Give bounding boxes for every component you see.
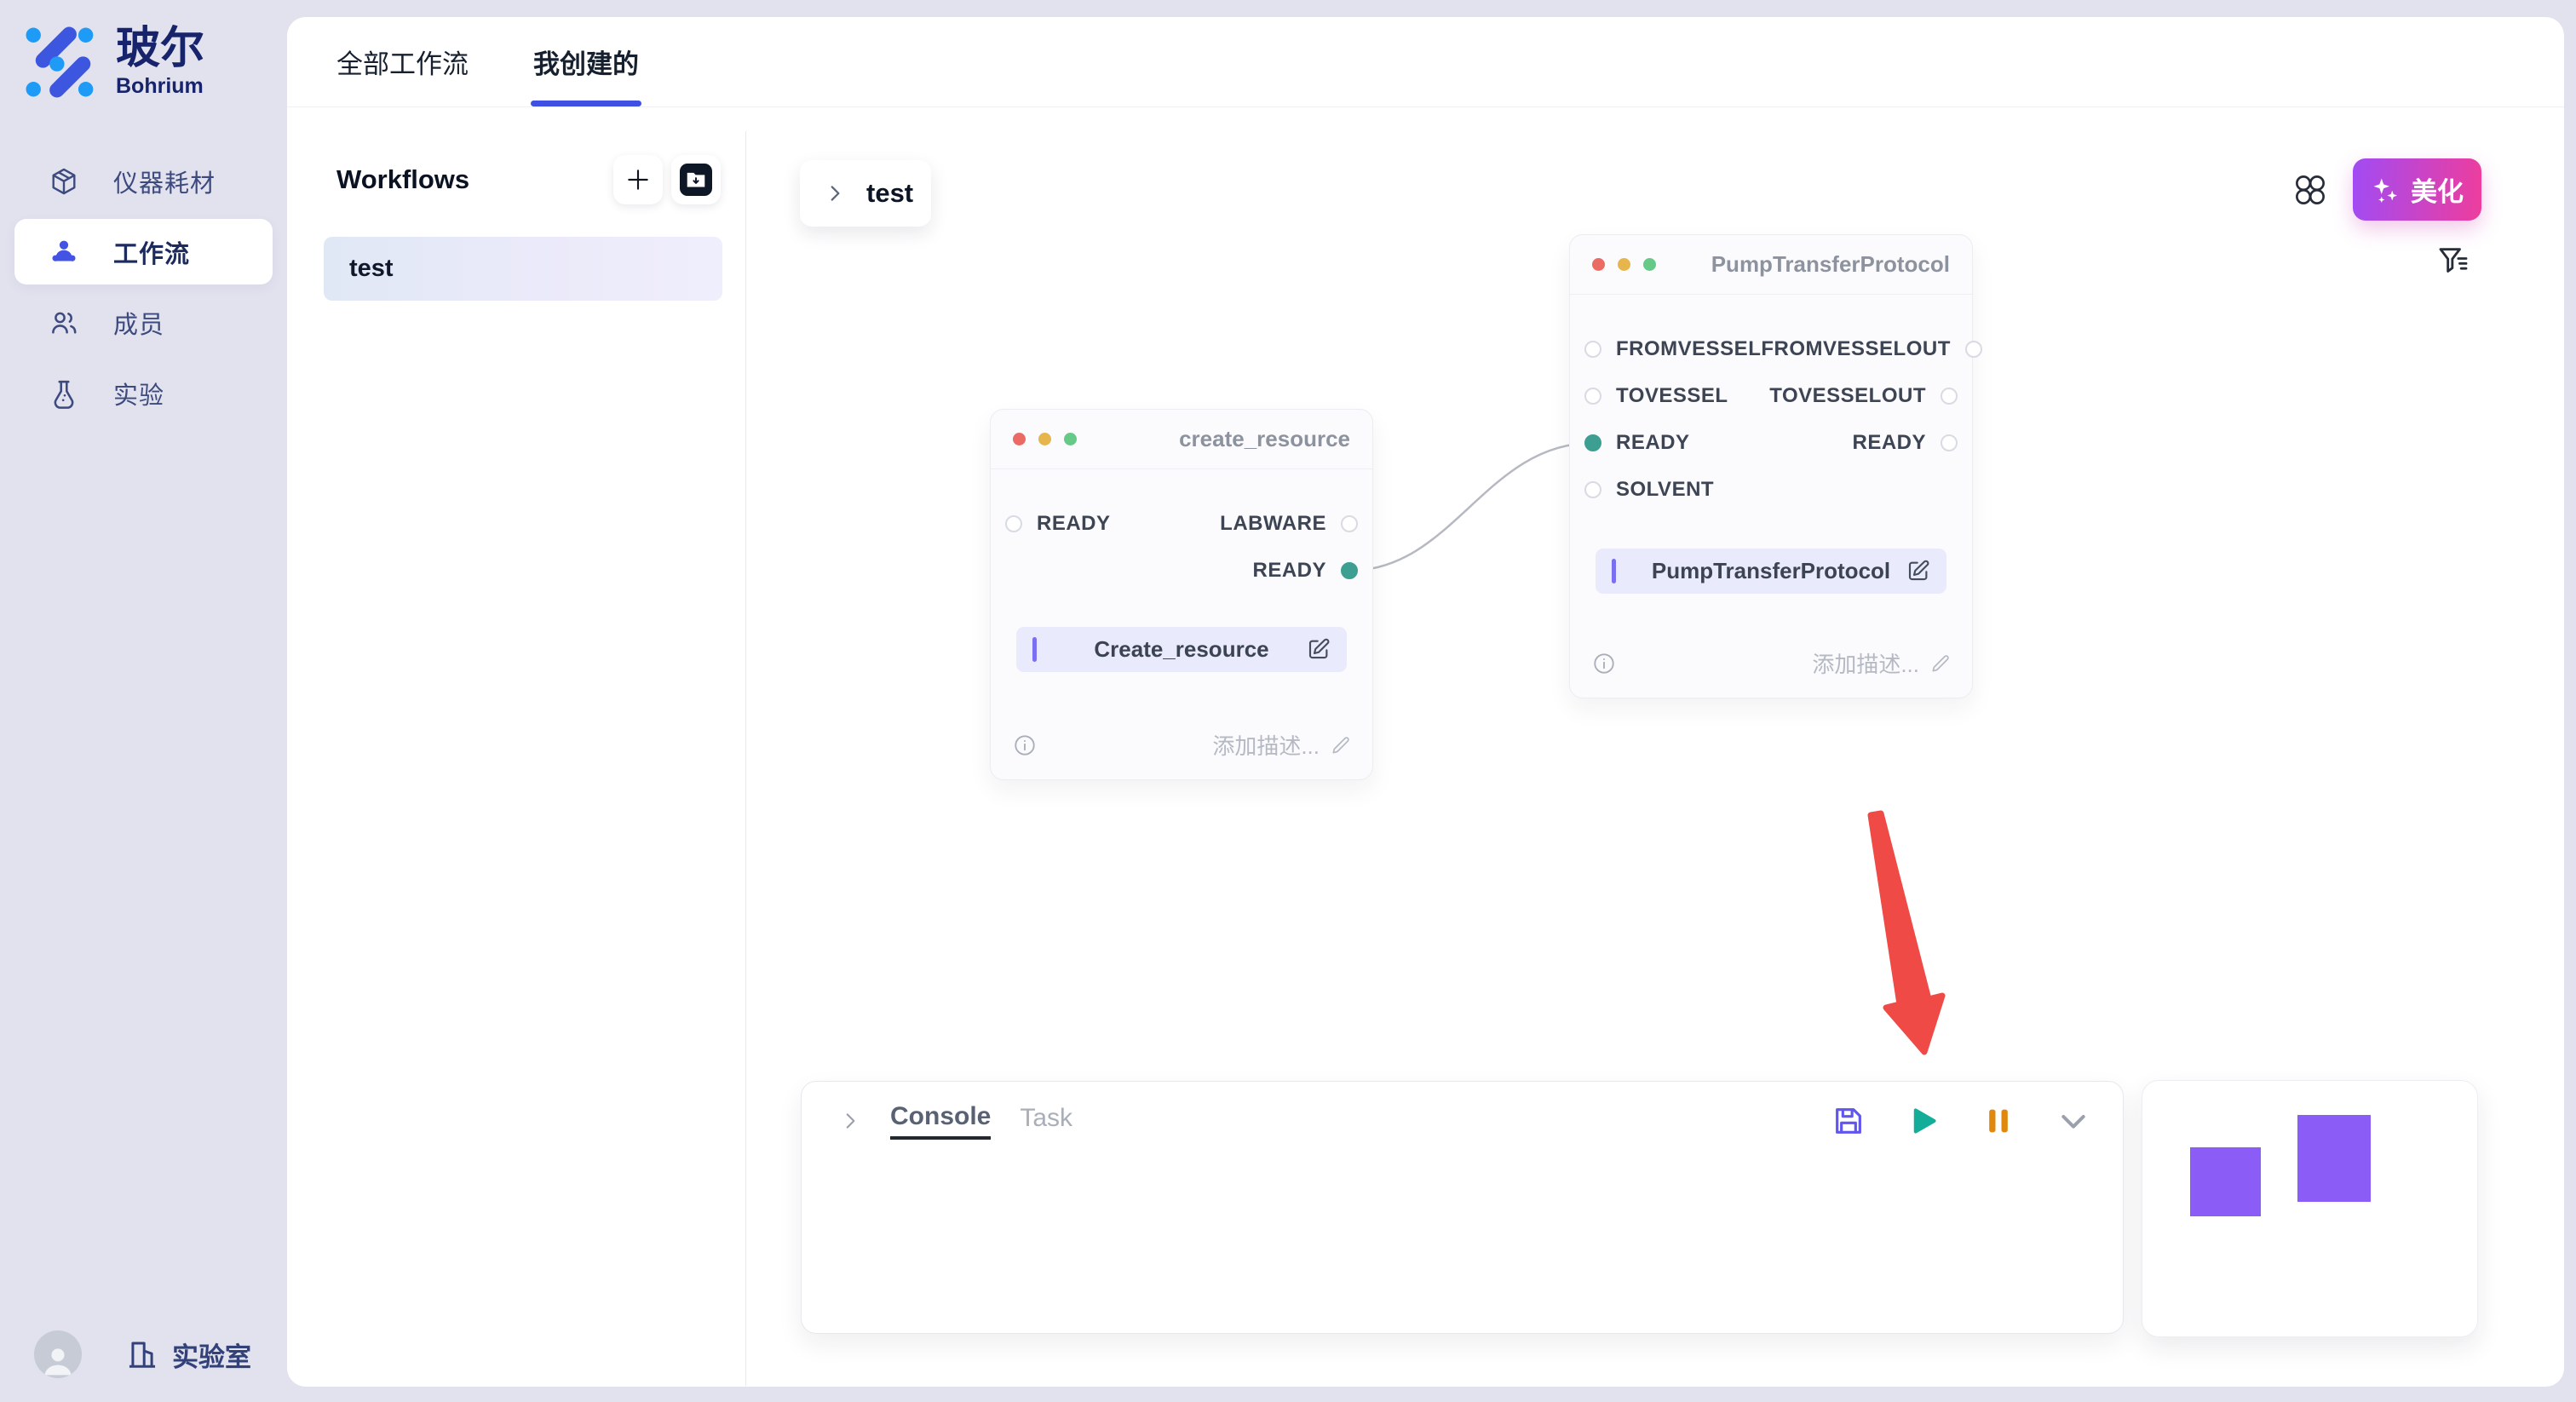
workflow-tabbar: 全部工作流 我创建的 [287, 17, 2564, 107]
play-icon[interactable] [1906, 1104, 1941, 1138]
save-icon[interactable] [1831, 1104, 1866, 1138]
port-handle-icon[interactable] [1941, 388, 1958, 405]
sidebar-item-label: 实验 [113, 376, 164, 411]
pause-icon[interactable] [1981, 1104, 2015, 1138]
plus-icon [624, 166, 652, 193]
traffic-dot-yellow-icon [1038, 433, 1051, 445]
tab-task[interactable]: Task [1020, 1104, 1072, 1138]
port-out-ready[interactable]: READY [1852, 431, 1958, 455]
logo[interactable]: 玻尔 Bohrium [26, 26, 204, 99]
chevron-right-icon [824, 182, 846, 204]
tab-my-created[interactable]: 我创建的 [533, 17, 639, 106]
traffic-dots [1013, 433, 1077, 445]
members-icon [49, 307, 79, 338]
port-in-ready[interactable]: READY [1005, 512, 1111, 536]
traffic-dot-green-icon [1064, 433, 1077, 445]
edit-icon[interactable] [1906, 558, 1931, 583]
workflows-panel-title: Workflows [336, 164, 469, 195]
workflows-panel: Workflows [287, 107, 746, 1386]
port-out-tovesselout[interactable]: TOVESSELOUT [1769, 384, 1958, 408]
filter-icon[interactable] [2436, 244, 2470, 278]
traffic-dots [1592, 258, 1656, 271]
sidebar-item-label: 成员 [113, 305, 164, 341]
info-icon[interactable] [1013, 733, 1037, 757]
sidebar-footer: 实验室 [34, 1330, 251, 1378]
pencil-icon [1330, 734, 1352, 756]
chevron-right-icon[interactable] [839, 1110, 861, 1132]
node-create-resource[interactable]: create_resource READY LABWARE [990, 409, 1373, 780]
traffic-dot-green-icon [1643, 258, 1656, 271]
sidebar-item-label: 仪器耗材 [113, 164, 216, 199]
sidebar-item-instruments[interactable]: 仪器耗材 [14, 148, 273, 214]
traffic-dot-red-icon [1592, 258, 1605, 271]
node-action-button[interactable]: PumpTransferProtocol [1596, 549, 1946, 594]
bohrium-logo-icon [26, 26, 99, 99]
cursor-bar [1032, 637, 1037, 662]
edit-icon[interactable] [1306, 636, 1331, 662]
port-handle-icon[interactable] [1005, 515, 1022, 532]
node-pump-transfer-protocol[interactable]: PumpTransferProtocol FROMVESSEL FROMVESS… [1569, 234, 1973, 698]
port-in-solvent[interactable]: SOLVENT [1584, 478, 1714, 502]
node-title: PumpTransferProtocol [1711, 251, 1950, 278]
port-handle-connected-icon[interactable] [1584, 434, 1601, 451]
port-in-tovessel[interactable]: TOVESSEL [1584, 384, 1728, 408]
add-workflow-button[interactable] [613, 155, 663, 204]
port-out-ready[interactable]: READY [1252, 559, 1358, 583]
sidebar-nav: 仪器耗材 工作流 [0, 143, 287, 431]
description-placeholder[interactable]: 添加描述... [1812, 647, 1952, 679]
port-out-fromvesselout[interactable]: FROMVESSELOUT [1761, 337, 1982, 361]
content-card: 全部工作流 我创建的 Workflows [287, 17, 2564, 1387]
sidebar-item-workflows[interactable]: 工作流 [14, 219, 273, 284]
bohrium-app: 玻尔 Bohrium 仪器耗材 [0, 0, 2576, 1402]
avatar[interactable] [34, 1330, 82, 1378]
logo-title: 玻尔 [116, 26, 204, 72]
minimap-node-pump-transfer [2297, 1115, 2371, 1202]
folder-download-icon [680, 164, 712, 196]
sparkles-icon [2371, 175, 2400, 204]
import-folder-button[interactable] [671, 155, 721, 204]
lab-label: 实验室 [172, 1336, 251, 1374]
workflow-icon [49, 237, 79, 267]
minimap-node-create-resource [2190, 1147, 2261, 1216]
logo-subtitle: Bohrium [116, 74, 204, 99]
info-icon[interactable] [1592, 652, 1616, 675]
port-handle-icon[interactable] [1941, 434, 1958, 451]
sidebar: 玻尔 Bohrium 仪器耗材 [0, 0, 287, 1402]
breadcrumb[interactable]: test [800, 160, 931, 227]
beautify-label: 美化 [2411, 170, 2464, 209]
console-panel: Console Task [801, 1081, 2124, 1334]
node-action-button[interactable]: Create_resource [1016, 627, 1347, 672]
sidebar-item-experiments[interactable]: 实验 [14, 360, 273, 426]
sidebar-item-label: 工作流 [113, 234, 190, 270]
port-handle-icon[interactable] [1584, 341, 1601, 358]
port-handle-icon[interactable] [1965, 341, 1982, 358]
breadcrumb-label: test [866, 178, 913, 209]
port-out-labware[interactable]: LABWARE [1220, 512, 1358, 536]
traffic-dot-red-icon [1013, 433, 1026, 445]
experiment-icon [49, 378, 79, 409]
tab-all-workflows[interactable]: 全部工作流 [336, 17, 469, 106]
port-handle-connected-icon[interactable] [1341, 562, 1358, 579]
lab-switcher[interactable]: 实验室 [126, 1336, 251, 1374]
traffic-dot-yellow-icon [1618, 258, 1630, 271]
minimap[interactable] [2142, 1080, 2478, 1337]
port-in-ready[interactable]: READY [1584, 431, 1690, 455]
pencil-icon [1929, 652, 1952, 675]
cursor-bar [1612, 559, 1616, 583]
node-title: create_resource [1179, 426, 1350, 452]
box-icon [49, 166, 79, 197]
port-handle-icon[interactable] [1341, 515, 1358, 532]
tab-console[interactable]: Console [890, 1102, 991, 1140]
port-handle-icon[interactable] [1584, 481, 1601, 498]
command-icon[interactable] [2292, 172, 2328, 208]
port-in-fromvessel[interactable]: FROMVESSEL [1584, 337, 1761, 361]
chevron-down-icon[interactable] [2056, 1104, 2090, 1138]
description-placeholder[interactable]: 添加描述... [1212, 729, 1352, 761]
port-handle-icon[interactable] [1584, 388, 1601, 405]
workflow-canvas[interactable]: test create_resource [746, 107, 2564, 1386]
building-icon [126, 1338, 158, 1370]
beautify-button[interactable]: 美化 [2353, 158, 2481, 221]
sidebar-item-members[interactable]: 成员 [14, 290, 273, 355]
workflow-list-item-test[interactable]: test [324, 237, 722, 301]
